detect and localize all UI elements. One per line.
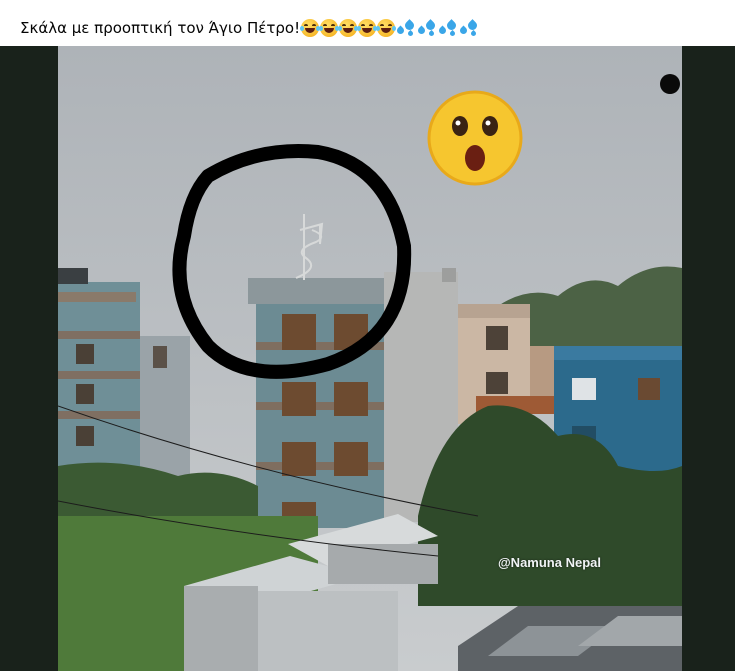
laughing-with-tears-icon [338,19,359,37]
photo-illustration [58,46,682,671]
astonished-face-icon [427,90,523,186]
laughing-with-tears-icon [300,19,321,37]
sweat-droplets-icon [458,19,479,38]
laughing-with-tears-icon [319,19,340,37]
watermark-text: @Namuna Nepal [498,555,601,570]
caption-text: Σκάλα με προοπτική τον Άγιο Πέτρο! [20,19,301,37]
post-photo[interactable]: @Namuna Nepal [0,46,735,671]
laughing-with-tears-icon [376,19,397,37]
black-dot [660,74,680,94]
sweat-droplets-icon [416,19,437,38]
laughing-with-tears-icon [357,19,378,37]
post-caption: Σκάλα με προοπτική τον Άγιο Πέτρο! [0,0,735,46]
photo-scene: @Namuna Nepal [58,46,682,671]
sweat-droplets-icon [437,19,458,38]
caption-emojis [300,19,480,38]
sweat-droplets-icon [395,19,416,38]
